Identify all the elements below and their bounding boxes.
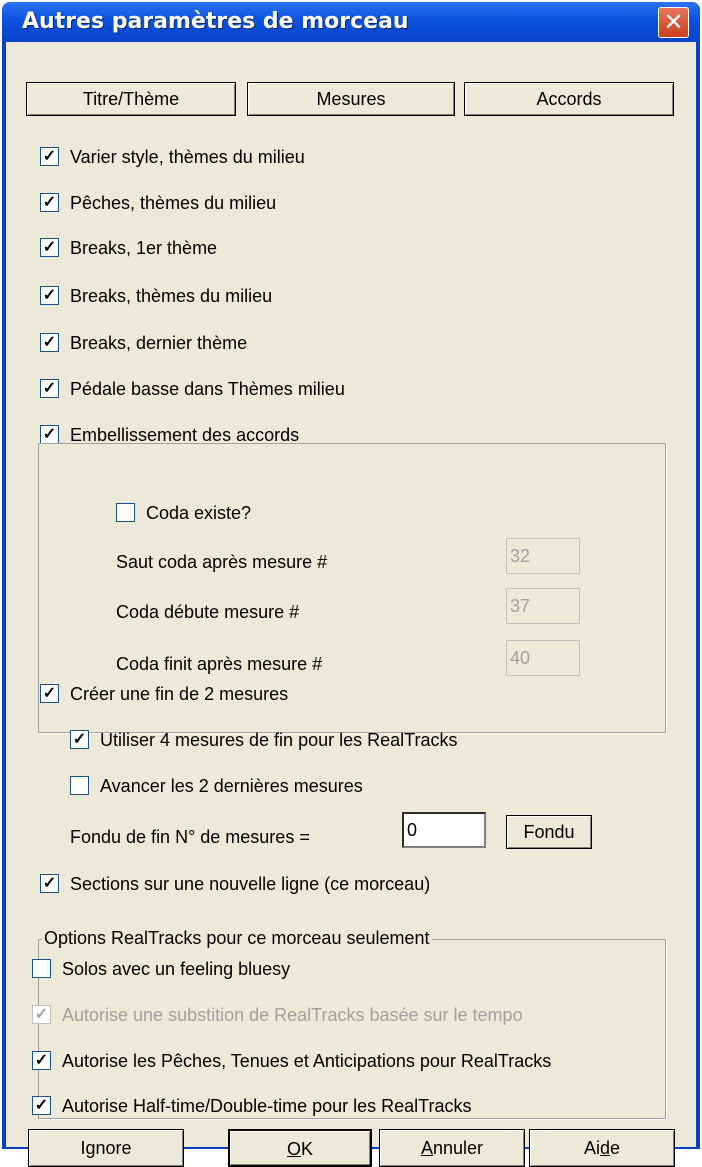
- measures-button[interactable]: Mesures: [247, 82, 455, 116]
- option-label: Autorise Half-time/Double-time pour les …: [62, 1096, 472, 1116]
- ok-mnemonic: O: [286, 1139, 301, 1159]
- help-label-end: e: [610, 1138, 621, 1158]
- dialog-body: Titre/Thème Mesures Accords ✓ Varier sty…: [6, 42, 696, 1167]
- option-label: Breaks, thèmes du milieu: [70, 286, 273, 306]
- checkbox-checked[interactable]: ✓: [40, 379, 59, 398]
- cancel-label: nnuler: [432, 1138, 484, 1158]
- fade-button[interactable]: Fondu: [506, 815, 592, 849]
- help-label-start: Ai: [583, 1138, 600, 1158]
- option-label: Sections sur une nouvelle ligne (ce morc…: [70, 874, 431, 894]
- option-label: Pêches, thèmes du milieu: [70, 193, 277, 213]
- title-theme-button[interactable]: Titre/Thème: [26, 82, 236, 116]
- checkbox-unchecked[interactable]: [32, 959, 51, 978]
- checkbox-checked[interactable]: ✓: [40, 874, 59, 893]
- checkbox-unchecked[interactable]: [116, 503, 135, 522]
- title-bar[interactable]: Autres paramètres de morceau ✕: [2, 2, 700, 42]
- option-label: Solos avec un feeling bluesy: [62, 959, 291, 979]
- checkbox-checked[interactable]: ✓: [32, 1051, 51, 1070]
- window-title: Autres paramètres de morceau: [22, 9, 409, 34]
- checkbox-checked[interactable]: ✓: [40, 238, 59, 257]
- fade-label: Fondu de fin N° de mesures =: [70, 827, 310, 847]
- ok-button[interactable]: OK: [228, 1129, 372, 1167]
- option-label: Breaks, dernier thème: [70, 333, 248, 353]
- option-label: Créer une fin de 2 mesures: [70, 684, 289, 704]
- checkbox-checked[interactable]: ✓: [32, 1096, 51, 1115]
- option-label: Autorise les Pêches, Tenues et Anticipat…: [62, 1051, 552, 1071]
- help-mnemonic: d: [599, 1138, 610, 1158]
- checkbox-checked[interactable]: ✓: [40, 147, 59, 166]
- checkbox-disabled-checked: ✓: [32, 1005, 51, 1024]
- fade-bars-input[interactable]: 0: [402, 812, 486, 848]
- option-label: Pédale basse dans Thèmes milieu: [70, 379, 345, 399]
- chords-button[interactable]: Accords: [464, 82, 674, 116]
- close-button[interactable]: ✕: [658, 7, 689, 38]
- cancel-mnemonic: A: [420, 1138, 433, 1158]
- coda-end-field[interactable]: 40: [506, 640, 580, 676]
- option-label: Utiliser 4 mesures de fin pour les RealT…: [100, 730, 458, 750]
- coda-jump-field[interactable]: 32: [506, 538, 580, 574]
- checkbox-checked[interactable]: ✓: [40, 193, 59, 212]
- checkbox-checked[interactable]: ✓: [70, 730, 89, 749]
- checkbox-checked[interactable]: ✓: [40, 425, 59, 444]
- checkbox-checked[interactable]: ✓: [40, 333, 59, 352]
- coda-jump-label: Saut coda après mesure #: [116, 552, 328, 572]
- checkbox-checked[interactable]: ✓: [40, 684, 59, 703]
- option-label: Varier style, thèmes du milieu: [70, 147, 305, 167]
- ignore-button[interactable]: Ignore: [28, 1129, 184, 1167]
- coda-start-field[interactable]: 37: [506, 588, 580, 624]
- option-label: Breaks, 1er thème: [70, 238, 218, 258]
- realtracks-group-legend: Options RealTracks pour ce morceau seule…: [42, 926, 432, 950]
- cancel-button[interactable]: Annuler: [379, 1129, 525, 1167]
- close-icon: ✕: [663, 8, 684, 36]
- dialog-window: Autres paramètres de morceau ✕ Titre/Thè…: [2, 2, 700, 1167]
- checkbox-unchecked[interactable]: [70, 776, 89, 795]
- coda-start-label: Coda débute mesure #: [116, 602, 300, 622]
- option-label: Autorise une substition de RealTracks ba…: [62, 1005, 523, 1025]
- coda-exists-label: Coda existe?: [146, 503, 252, 523]
- ok-label: K: [301, 1139, 314, 1159]
- checkbox-checked[interactable]: ✓: [40, 286, 59, 305]
- option-label: Avancer les 2 dernières mesures: [100, 776, 363, 796]
- help-button[interactable]: Aide: [529, 1129, 675, 1167]
- coda-end-label: Coda finit après mesure #: [116, 654, 323, 674]
